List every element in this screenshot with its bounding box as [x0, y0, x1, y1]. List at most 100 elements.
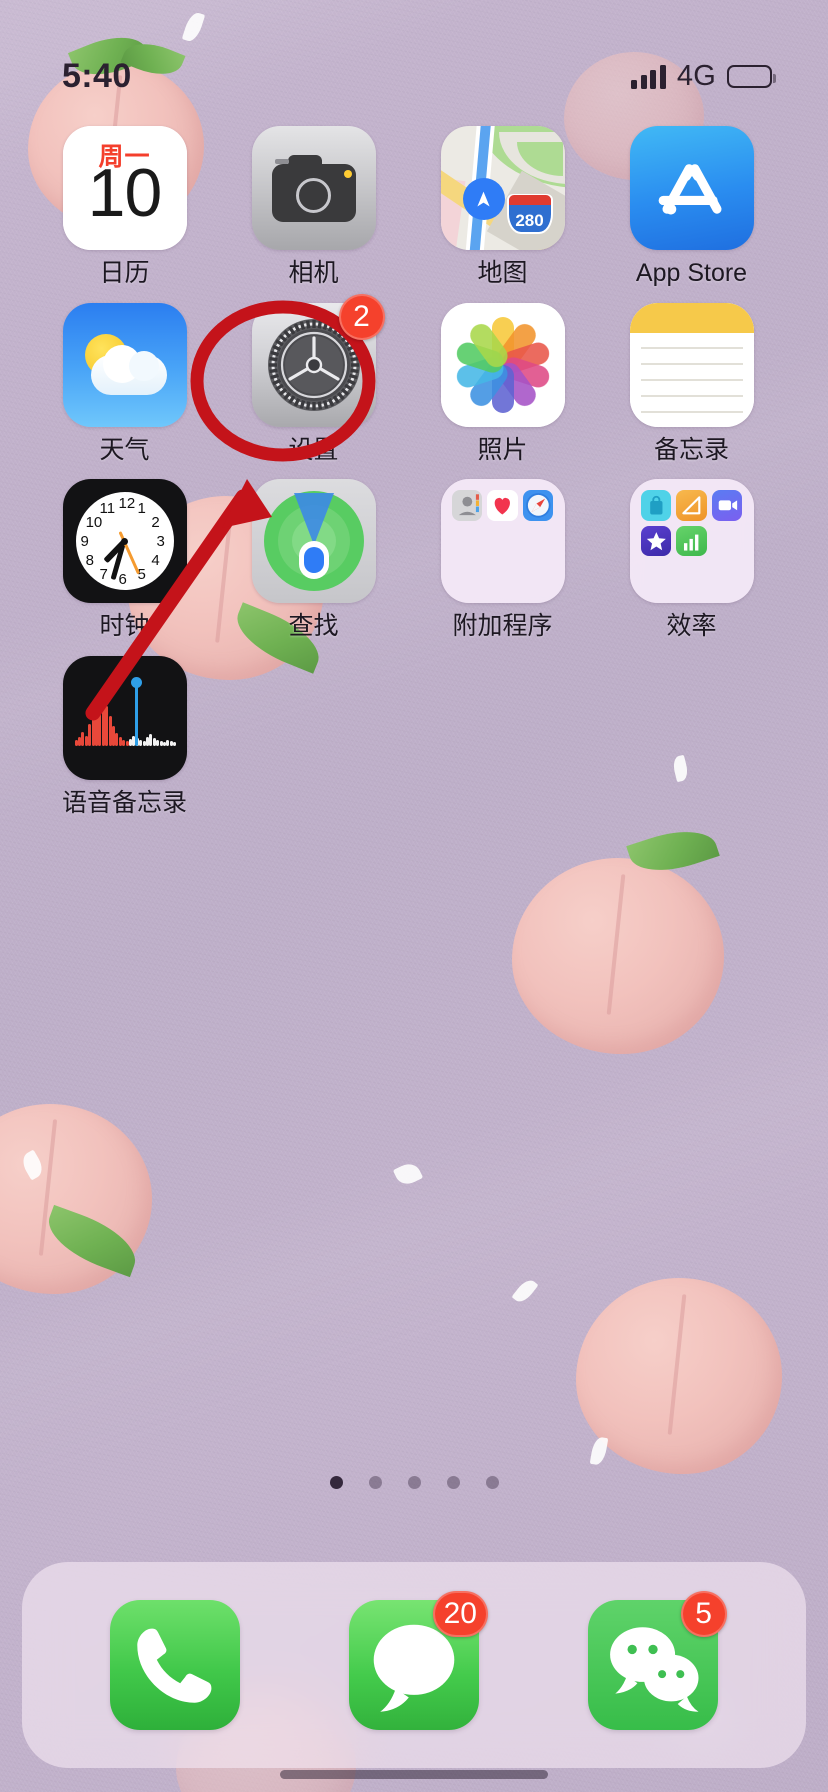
- folder-label: 附加程序: [452, 612, 553, 640]
- app-row: 天气 2 设置 照片 备忘录: [0, 293, 828, 465]
- waveform-bar: [156, 739, 160, 746]
- numbers-mini-icon: [676, 525, 707, 557]
- highway-number: 280: [515, 211, 544, 230]
- imovie-mini-icon: [640, 525, 672, 557]
- clock-hour-number: 1: [137, 500, 146, 518]
- waveform-bar: [139, 739, 143, 746]
- wallet-mini-icon: [640, 490, 672, 521]
- notification-badge: 20: [432, 1591, 488, 1637]
- folder-icon[interactable]: [629, 479, 754, 603]
- app-row: 周一 10 日历 相机 280 地图 App Store: [0, 126, 828, 288]
- messages-icon[interactable]: 20: [348, 1591, 488, 1730]
- voice-memos-icon[interactable]: [62, 655, 187, 780]
- dock-app-messages[interactable]: 20: [348, 1591, 488, 1730]
- status-bar-time: 5:40: [62, 56, 132, 95]
- notification-badge: 2: [338, 293, 385, 340]
- notes-icon[interactable]: [629, 302, 754, 427]
- waveform-bar: [166, 739, 170, 746]
- app-label: 设置: [288, 435, 339, 464]
- waveform-bar: [105, 705, 109, 746]
- clock-hour-number: 12: [118, 495, 136, 512]
- status-bar-indicators: 4G: [631, 59, 776, 93]
- clock-hour-number: 7: [99, 565, 108, 583]
- app-settings[interactable]: 2 设置: [219, 293, 408, 465]
- navigation-arrow-icon: [462, 178, 505, 220]
- app-maps[interactable]: 280 地图: [408, 126, 597, 288]
- app-label: 日历: [99, 259, 150, 287]
- app-label: 语音备忘录: [61, 788, 187, 817]
- waveform-bar: [149, 733, 153, 746]
- network-type-label: 4G: [676, 59, 716, 92]
- page-dot[interactable]: [485, 1476, 499, 1489]
- pages-mini-icon: [676, 490, 707, 521]
- notification-badge: 5: [680, 1591, 727, 1637]
- app-find-my[interactable]: 查找: [219, 479, 408, 641]
- app-label: 照片: [477, 435, 528, 464]
- app-app-store[interactable]: App Store: [597, 126, 786, 288]
- folder-icon[interactable]: [440, 479, 565, 603]
- clock-hour-number: 2: [151, 514, 160, 531]
- app-store-icon[interactable]: [629, 126, 754, 250]
- app-label: 天气: [99, 435, 150, 464]
- camera-icon[interactable]: [251, 126, 376, 250]
- home-indicator[interactable]: [280, 1770, 548, 1779]
- waveform-bar: [88, 723, 92, 746]
- waveform-playhead-knob: [130, 676, 142, 688]
- app-notes[interactable]: 备忘录: [597, 302, 786, 465]
- app-weather[interactable]: 天气: [30, 302, 219, 465]
- folder-extras[interactable]: 附加程序: [408, 479, 597, 641]
- app-label: 地图: [477, 259, 528, 287]
- maps-icon[interactable]: 280: [440, 126, 565, 250]
- facetime-mini-icon: [711, 490, 743, 521]
- cellular-signal-icon: [631, 63, 666, 89]
- page-indicator[interactable]: [0, 1476, 828, 1489]
- app-calendar[interactable]: 周一 10 日历: [30, 126, 219, 288]
- clock-hour-number: 6: [118, 571, 127, 588]
- app-camera[interactable]: 相机: [219, 126, 408, 288]
- clock-center-pin: [121, 537, 128, 545]
- health-mini-icon: [487, 490, 518, 521]
- app-label: 相机: [288, 259, 339, 287]
- status-bar: 5:40 4G: [0, 0, 828, 110]
- phone-icon[interactable]: [110, 1600, 241, 1730]
- app-label: 备忘录: [653, 435, 729, 464]
- settings-gear-icon[interactable]: 2: [251, 293, 385, 427]
- waveform-bar: [81, 731, 85, 746]
- page-dot[interactable]: [368, 1476, 382, 1489]
- page-dot[interactable]: [329, 1476, 343, 1489]
- photos-icon[interactable]: [440, 302, 565, 427]
- waveform-bar: [98, 711, 102, 746]
- waveform-bar: [115, 732, 119, 746]
- dock-app-wechat[interactable]: 5: [587, 1591, 727, 1730]
- page-dot[interactable]: [446, 1476, 460, 1489]
- dock-app-phone[interactable]: [110, 1600, 241, 1730]
- clock-hour-number: 9: [80, 533, 89, 550]
- clock-hour-number: 5: [137, 565, 146, 583]
- peach-decoration: [512, 819, 724, 1054]
- waveform-bar: [173, 741, 177, 746]
- wechat-icon[interactable]: 5: [587, 1591, 727, 1730]
- find-my-icon[interactable]: [251, 479, 376, 603]
- waveform-bar: [122, 739, 126, 746]
- app-grid: 周一 10 日历 相机 280 地图 App Store 天气 2 设置 照片 …: [0, 126, 828, 832]
- waveform-playhead: [134, 683, 138, 746]
- contacts-mini-icon: [451, 490, 483, 521]
- clock-hour-number: 4: [151, 552, 160, 569]
- folder-label: 效率: [666, 612, 717, 640]
- app-voice-memos[interactable]: 语音备忘录: [30, 655, 219, 818]
- safari-mini-icon: [522, 490, 554, 521]
- app-label: 查找: [288, 612, 339, 640]
- weather-icon[interactable]: [62, 302, 187, 427]
- app-clock[interactable]: 1 2 3 4 5 6 7 8 9 10 11 12 时钟: [30, 479, 219, 641]
- clock-icon[interactable]: 1 2 3 4 5 6 7 8 9 10 11 12: [62, 479, 187, 603]
- app-photos[interactable]: 照片: [408, 302, 597, 465]
- calendar-icon[interactable]: 周一 10: [62, 126, 187, 250]
- folder-productivity[interactable]: 效率: [597, 479, 786, 641]
- highway-shield-icon: 280: [506, 194, 553, 234]
- app-label: 时钟: [99, 612, 150, 640]
- clock-hour-number: 3: [156, 533, 165, 550]
- battery-icon: [727, 64, 776, 88]
- clock-hour-number: 11: [99, 500, 116, 518]
- clock-hour-number: 10: [85, 514, 103, 531]
- page-dot[interactable]: [407, 1476, 421, 1489]
